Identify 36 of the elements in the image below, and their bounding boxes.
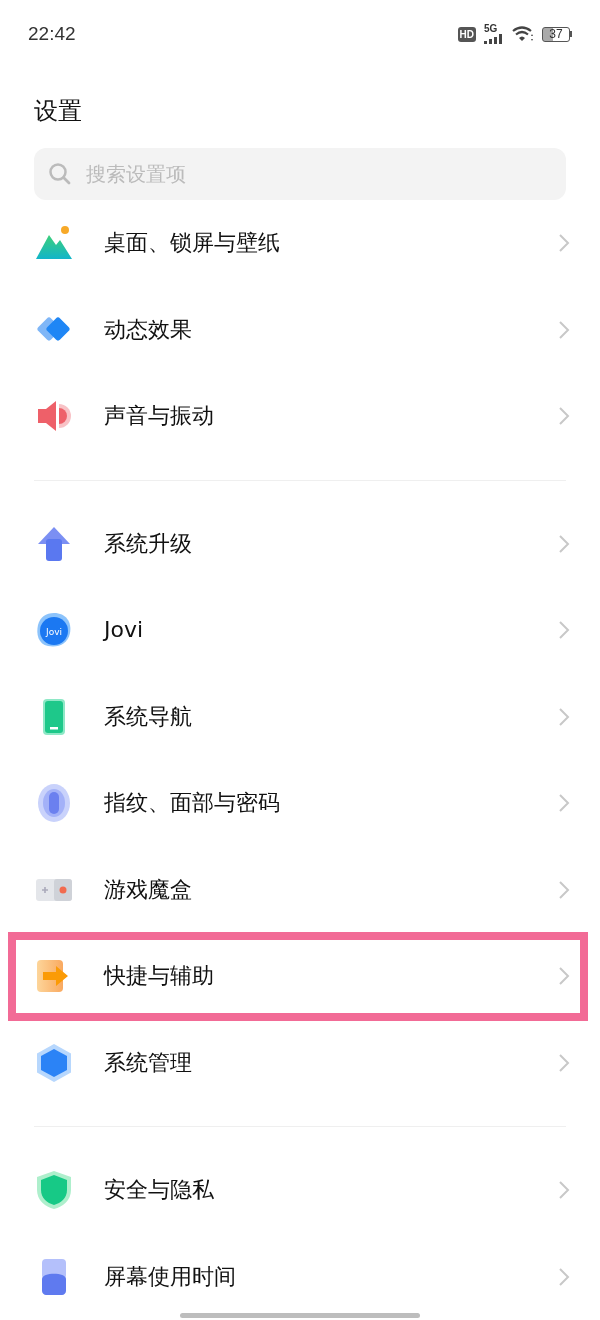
settings-item[interactable]: 动态效果 — [0, 286, 600, 373]
search-icon — [48, 162, 72, 186]
chevron-right-icon — [558, 966, 570, 987]
chevron-right-icon — [558, 233, 570, 254]
page-title: 设置 — [34, 97, 82, 125]
settings-item[interactable]: 安全与隐私 — [0, 1147, 600, 1234]
chevron-right-icon — [558, 406, 570, 427]
settings-item[interactable]: 指纹、面部与密码 — [0, 760, 600, 847]
hd-badge: HD — [457, 26, 476, 42]
search-field[interactable]: 搜索设置项 — [34, 148, 566, 200]
chevron-right-icon — [558, 1266, 570, 1287]
chevron-right-icon — [558, 319, 570, 340]
settings-item[interactable]: 快捷与辅助 — [0, 933, 600, 1020]
clock: 22:42 — [28, 23, 77, 45]
settings-item[interactable]: 声音与振动 — [0, 373, 600, 460]
chevron-right-icon — [558, 706, 570, 727]
wifi-icon — [512, 26, 534, 42]
home-indicator[interactable] — [180, 1313, 420, 1318]
chevron-right-icon — [558, 1052, 570, 1073]
settings-item[interactable]: 系统管理 — [0, 1019, 600, 1106]
chevron-right-icon — [558, 533, 570, 554]
signal-icon — [484, 34, 504, 44]
settings-item[interactable]: Jovi Jovi — [0, 587, 600, 674]
network-type: 5G — [484, 24, 498, 34]
shield-icon — [34, 1170, 74, 1211]
settings-item[interactable]: 屏幕使用时间 — [0, 1233, 600, 1320]
settings-item[interactable]: 系统导航 — [0, 673, 600, 760]
battery-indicator: 37 — [542, 26, 570, 42]
settings-item[interactable]: 桌面、锁屏与壁纸 — [0, 200, 600, 287]
hexagon-icon — [34, 1042, 74, 1083]
chevron-right-icon — [558, 793, 570, 814]
chevron-right-icon — [558, 1180, 570, 1201]
chevron-right-icon — [558, 620, 570, 641]
settings-item[interactable]: 游戏魔盒 — [0, 846, 600, 933]
chevron-right-icon — [558, 879, 570, 900]
settings-item[interactable]: 系统升级 — [0, 500, 600, 587]
